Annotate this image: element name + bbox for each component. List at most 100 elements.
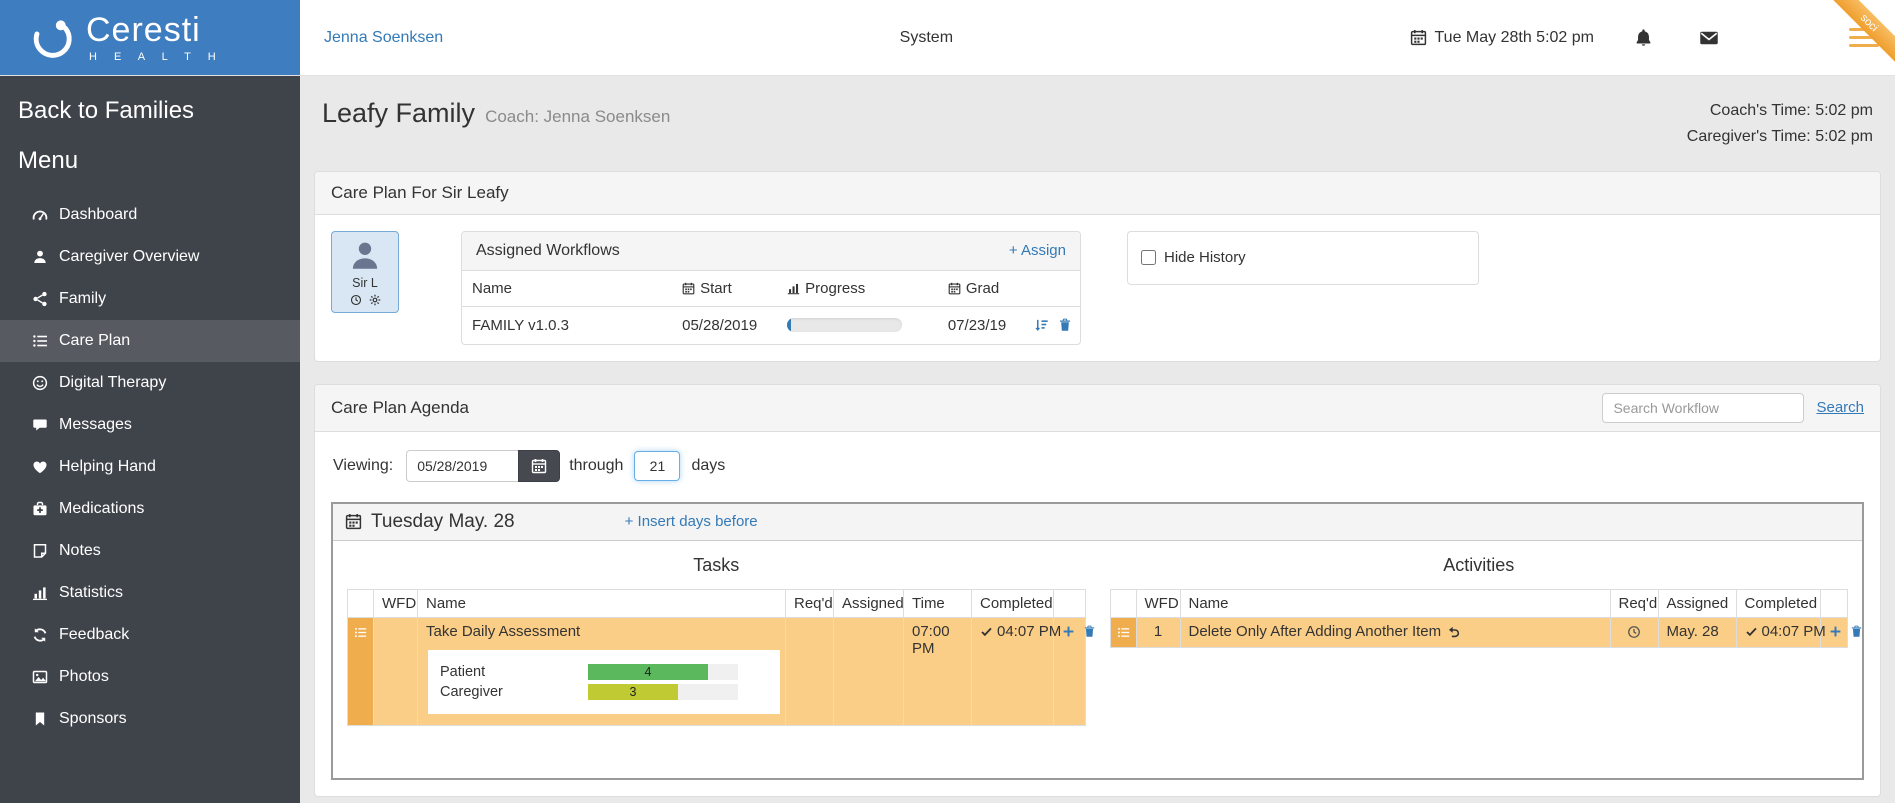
list-icon — [354, 626, 367, 639]
sidebar-item-dashboard[interactable]: Dashboard — [0, 194, 300, 236]
sidebar-item-feedback[interactable]: Feedback — [0, 614, 300, 656]
search-workflow-input[interactable] — [1602, 392, 1805, 423]
patient-name: Sir L — [352, 275, 378, 290]
col-header-completed: Completed — [971, 588, 1054, 618]
environment-ribbon: soci — [1825, 0, 1895, 70]
user-icon — [32, 249, 48, 265]
activities-heading: Activities — [1443, 554, 1515, 575]
smile-icon — [32, 375, 48, 391]
trash-icon[interactable] — [1850, 625, 1863, 638]
time-display: Coach's Time: 5:02 pm Caregiver's Time: … — [1687, 98, 1873, 151]
agenda-panel-title: Care Plan Agenda — [331, 397, 469, 417]
insert-days-before-button[interactable]: + Insert days before — [625, 513, 758, 530]
activity-name: Delete Only After Adding Another Item — [1188, 622, 1442, 640]
col-header-assigned: Assigned — [833, 588, 904, 618]
viewing-date-input[interactable] — [406, 449, 519, 482]
col-header-reqd: Req'd — [1609, 588, 1659, 618]
trash-icon[interactable] — [1058, 318, 1072, 332]
col-header-time: Time — [903, 588, 972, 618]
medkit-icon — [32, 501, 48, 517]
add-icon[interactable] — [1062, 625, 1075, 638]
check-icon — [1745, 625, 1758, 638]
assign-workflow-button[interactable]: + Assign — [1009, 242, 1066, 259]
col-header-wfd: WFD — [373, 588, 418, 618]
col-header-name: Name — [1179, 588, 1611, 618]
list-icon — [1117, 626, 1130, 639]
patient-avatar-icon — [348, 239, 382, 273]
sidebar-item-helping-hand[interactable]: Helping Hand — [0, 446, 300, 488]
activity-drag-handle[interactable] — [1109, 616, 1137, 648]
viewing-controls: Viewing: through days — [331, 446, 1864, 488]
sidebar-item-messages[interactable]: Messages — [0, 404, 300, 446]
sidebar-item-label: Helping Hand — [59, 458, 156, 475]
sidebar-item-digital-therapy[interactable]: Digital Therapy — [0, 362, 300, 404]
current-user-link[interactable]: Jenna Soenksen — [324, 29, 443, 47]
col-header-name: Name — [462, 270, 673, 307]
activities-column: Activities WFD Name Req'd Assigned Compl… — [1109, 551, 1849, 726]
score-label: Patient — [440, 663, 486, 680]
bell-icon — [1634, 28, 1653, 47]
activity-row: 1 Delete Only After Adding Another Item — [1109, 616, 1848, 648]
task-drag-handle[interactable] — [347, 616, 374, 726]
system-nav-label[interactable]: System — [443, 29, 1409, 47]
messages-button[interactable] — [1699, 28, 1719, 48]
share-icon — [32, 291, 48, 307]
sidebar-item-family[interactable]: Family — [0, 278, 300, 320]
back-to-families-link[interactable]: Back to Families — [0, 86, 300, 136]
sidebar-item-notes[interactable]: Notes — [0, 530, 300, 572]
activity-completed-time: 04:07 PM — [1761, 622, 1826, 640]
sidebar-item-statistics[interactable]: Statistics — [0, 572, 300, 614]
patient-avatar-card[interactable]: Sir L — [331, 230, 399, 313]
assessment-results: Patient 4 Caregiver 3 — [428, 649, 780, 714]
sidebar-item-photos[interactable]: Photos — [0, 656, 300, 698]
settings-gear-icon[interactable] — [369, 294, 381, 306]
sidebar-item-label: Sponsors — [59, 710, 127, 727]
date-picker-button[interactable] — [518, 449, 561, 482]
sidebar-item-label: Digital Therapy — [59, 374, 167, 391]
sidebar: Back to Families Menu Dashboard Caregive… — [0, 76, 300, 803]
tasks-heading: Tasks — [693, 554, 740, 575]
add-icon[interactable] — [1829, 625, 1842, 638]
sidebar-item-label: Photos — [59, 668, 109, 685]
hide-history-checkbox[interactable] — [1141, 250, 1156, 266]
sidebar-item-label: Care Plan — [59, 332, 131, 349]
top-bar-content: Jenna Soenksen System Tue May 28th 5:02 … — [300, 0, 1895, 75]
viewing-label: Viewing: — [333, 456, 394, 474]
sidebar-item-care-plan[interactable]: Care Plan — [0, 320, 300, 362]
workflow-progress-bar — [787, 318, 903, 333]
search-button[interactable]: Search — [1816, 399, 1864, 416]
sidebar-item-medications[interactable]: Medications — [0, 488, 300, 530]
coach-subtitle: Coach: Jenna Soenksen — [485, 107, 671, 126]
assigned-workflows-title: Assigned Workflows — [476, 241, 620, 259]
hide-history-label[interactable]: Hide History — [1164, 249, 1246, 266]
datetime-text: Tue May 28th 5:02 pm — [1434, 28, 1595, 46]
notifications-button[interactable] — [1634, 28, 1653, 47]
undo-icon — [1447, 625, 1460, 638]
care-plan-panel-title: Care Plan For Sir Leafy — [315, 171, 1880, 215]
refresh-icon — [32, 627, 48, 643]
sidebar-item-label: Caregiver Overview — [59, 248, 200, 265]
comment-icon — [32, 417, 48, 433]
caregiver-time: Caregiver's Time: 5:02 pm — [1686, 128, 1873, 146]
sidebar-item-sponsors[interactable]: Sponsors — [0, 698, 300, 740]
sidebar-item-caregiver-overview[interactable]: Caregiver Overview — [0, 236, 300, 278]
calendar-icon — [531, 458, 547, 474]
task-row: Take Daily Assessment Patient 4 Caregive… — [347, 616, 1086, 726]
assigned-workflows-panel: Assigned Workflows + Assign Name Start P… — [461, 230, 1081, 345]
photo-icon — [32, 669, 48, 685]
coach-time: Coach's Time: 5:02 pm — [1709, 102, 1873, 119]
calendar-icon — [345, 513, 362, 530]
activity-wfd: 1 — [1135, 616, 1181, 648]
trash-icon[interactable] — [1083, 625, 1096, 638]
days-count-input[interactable] — [634, 450, 681, 481]
history-clock-icon[interactable] — [350, 294, 362, 306]
through-label: through — [569, 456, 624, 474]
brand-logo[interactable]: Ceresti H E A L T H — [0, 0, 300, 75]
agenda-panel: Care Plan Agenda Search Viewing: — [314, 383, 1881, 797]
sort-icon[interactable] — [1034, 318, 1049, 333]
task-completed-time: 04:07 PM — [997, 622, 1062, 640]
required-clock-icon — [1627, 625, 1641, 639]
workflows-table: Name Start Progress Grad FAMILY v1.0.3 0… — [462, 270, 1080, 344]
col-header-name: Name — [417, 588, 786, 618]
bookmark-icon — [32, 711, 48, 727]
